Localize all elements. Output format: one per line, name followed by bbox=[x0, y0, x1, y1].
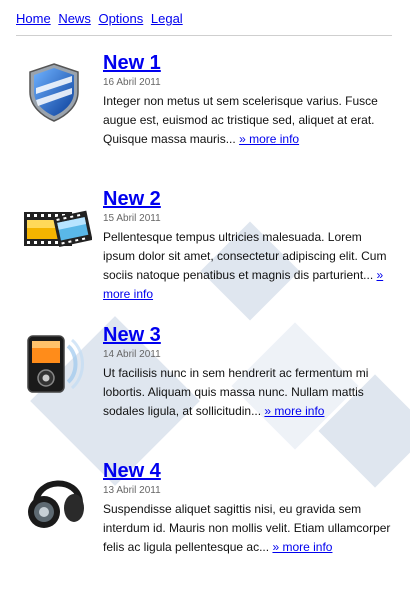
more-info-link[interactable]: » more info bbox=[264, 404, 324, 418]
news-excerpt: Pellentesque tempus ultricies malesuada.… bbox=[103, 230, 387, 282]
film-icon bbox=[22, 196, 92, 260]
news-date: 13 Abril 2011 bbox=[103, 485, 161, 496]
news-item: New 4 13 Abril 2011 Suspendisse aliquet … bbox=[0, 458, 410, 594]
news-excerpt: Suspendisse aliquet sagittis nisi, eu gr… bbox=[103, 502, 391, 554]
top-nav: Home News Options Legal bbox=[16, 11, 392, 36]
news-date: 16 Abril 2011 bbox=[103, 77, 161, 88]
news-item: New 1 16 Abril 2011 Integer non metus ut… bbox=[0, 50, 410, 186]
news-item: New 2 15 Abril 2011 Pellentesque tempus … bbox=[0, 186, 410, 322]
shield-icon bbox=[22, 60, 86, 124]
headphones-icon bbox=[22, 468, 86, 532]
news-body: Suspendisse aliquet sagittis nisi, eu gr… bbox=[103, 500, 394, 557]
news-date: 14 Abril 2011 bbox=[103, 349, 161, 360]
news-body: Integer non metus ut sem scelerisque var… bbox=[103, 92, 394, 149]
more-info-link[interactable]: » more info bbox=[239, 132, 299, 146]
news-body: Ut facilisis nunc in sem hendrerit ac fe… bbox=[103, 364, 394, 421]
news-excerpt: Ut facilisis nunc in sem hendrerit ac fe… bbox=[103, 366, 369, 418]
news-content: New 3 14 Abril 2011 Ut facilisis nunc in… bbox=[103, 322, 394, 421]
nav-link-news[interactable]: News bbox=[58, 11, 91, 26]
news-content: New 2 15 Abril 2011 Pellentesque tempus … bbox=[103, 186, 394, 304]
nav-link-legal[interactable]: Legal bbox=[151, 11, 183, 26]
news-body: Pellentesque tempus ultricies malesuada.… bbox=[103, 228, 394, 304]
news-title-link[interactable]: New 2 bbox=[103, 186, 394, 212]
news-content: New 1 16 Abril 2011 Integer non metus ut… bbox=[103, 50, 394, 149]
news-title-link[interactable]: New 4 bbox=[103, 458, 394, 484]
news-item: New 3 14 Abril 2011 Ut facilisis nunc in… bbox=[0, 322, 410, 458]
more-info-link[interactable]: » more info bbox=[272, 540, 332, 554]
news-title-link[interactable]: New 3 bbox=[103, 322, 394, 348]
news-title-link[interactable]: New 1 bbox=[103, 50, 394, 76]
news-list: New 1 16 Abril 2011 Integer non metus ut… bbox=[0, 50, 410, 594]
nav-link-options[interactable]: Options bbox=[98, 11, 143, 26]
news-content: New 4 13 Abril 2011 Suspendisse aliquet … bbox=[103, 458, 394, 557]
media-player-icon bbox=[22, 332, 86, 396]
news-date: 15 Abril 2011 bbox=[103, 213, 161, 224]
nav-link-home[interactable]: Home bbox=[16, 11, 51, 26]
